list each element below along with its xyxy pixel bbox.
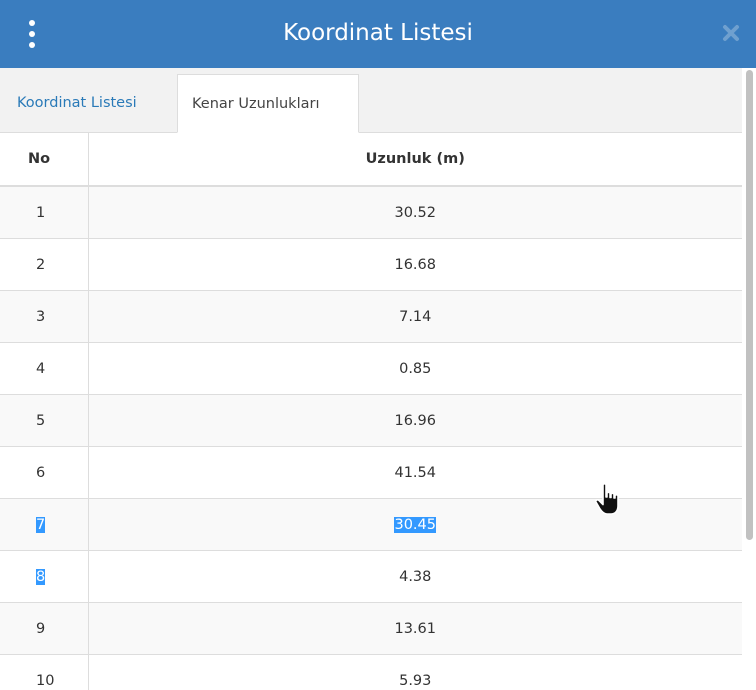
row-number-cell: 7	[0, 498, 89, 551]
edge-length-table-container: No Uzunluk (m) 1 30.52 2 16.68 3 7.14 4 0.85 5 16…	[0, 133, 742, 690]
row-number: 7	[36, 516, 46, 533]
table-row[interactable]: 8 4.38	[0, 550, 742, 603]
length-cell: 16.96	[88, 394, 742, 447]
row-number: 3	[36, 308, 46, 325]
row-number-cell: 2	[0, 238, 89, 291]
row-number-cell: 6	[0, 446, 89, 499]
length-cell: 30.45	[88, 498, 742, 551]
length-value: 16.68	[394, 256, 436, 273]
length-value: 30.52	[394, 204, 436, 221]
length-cell: 16.68	[88, 238, 742, 291]
table-row[interactable]: 10 5.93	[0, 654, 742, 690]
row-number: 8	[36, 568, 46, 585]
row-number: 1	[36, 204, 46, 221]
row-number-cell: 8	[0, 550, 89, 603]
tab-edge-lengths[interactable]: Kenar Uzunlukları	[177, 74, 359, 133]
vertical-scrollbar[interactable]	[742, 68, 756, 690]
length-cell: 30.52	[88, 186, 742, 239]
length-value: 13.61	[394, 620, 436, 637]
length-cell: 0.85	[88, 342, 742, 395]
length-value: 4.38	[399, 568, 432, 585]
length-value: 7.14	[399, 308, 432, 325]
table-row[interactable]: 7 30.45	[0, 498, 742, 551]
table-header-row: No Uzunluk (m)	[0, 133, 742, 187]
tab-coordinate-list[interactable]: Koordinat Listesi	[3, 74, 151, 132]
row-number: 6	[36, 464, 46, 481]
title-bar: Koordinat Listesi	[0, 0, 756, 68]
length-cell: 4.38	[88, 550, 742, 603]
row-number-cell: 4	[0, 342, 89, 395]
close-x-icon[interactable]	[720, 22, 742, 44]
table-row[interactable]: 6 41.54	[0, 446, 742, 499]
length-value: 41.54	[394, 464, 436, 481]
row-number: 2	[36, 256, 46, 273]
table-row[interactable]: 3 7.14	[0, 290, 742, 343]
table-row[interactable]: 9 13.61	[0, 602, 742, 655]
length-cell: 41.54	[88, 446, 742, 499]
table-row[interactable]: 5 16.96	[0, 394, 742, 447]
window-title: Koordinat Listesi	[283, 20, 473, 46]
tab-bar: Koordinat Listesi Kenar Uzunlukları	[0, 68, 742, 133]
length-value: 30.45	[394, 516, 436, 533]
row-number: 9	[36, 620, 46, 637]
table-row[interactable]: 1 30.52	[0, 186, 742, 239]
length-cell: 13.61	[88, 602, 742, 655]
length-cell: 5.93	[88, 654, 742, 690]
length-value: 5.93	[399, 672, 432, 689]
row-number: 4	[36, 360, 46, 377]
row-number-cell: 9	[0, 602, 89, 655]
coordinate-list-window: Koordinat Listesi Koordinat Listesi Kena…	[0, 0, 756, 690]
table-row[interactable]: 4 0.85	[0, 342, 742, 395]
length-value: 0.85	[399, 360, 432, 377]
row-number: 10	[36, 672, 55, 689]
row-number: 5	[36, 412, 46, 429]
row-number-cell: 1	[0, 186, 89, 239]
length-value: 16.96	[394, 412, 436, 429]
length-cell: 7.14	[88, 290, 742, 343]
column-header-no[interactable]: No	[0, 133, 89, 187]
row-number-cell: 5	[0, 394, 89, 447]
row-number-cell: 3	[0, 290, 89, 343]
row-number-cell: 10	[0, 654, 89, 690]
scrollbar-thumb[interactable]	[746, 70, 753, 540]
column-header-length[interactable]: Uzunluk (m)	[88, 133, 742, 187]
table-row[interactable]: 2 16.68	[0, 238, 742, 291]
edge-length-table: No Uzunluk (m) 1 30.52 2 16.68 3 7.14 4 0.85 5 16…	[0, 133, 742, 690]
